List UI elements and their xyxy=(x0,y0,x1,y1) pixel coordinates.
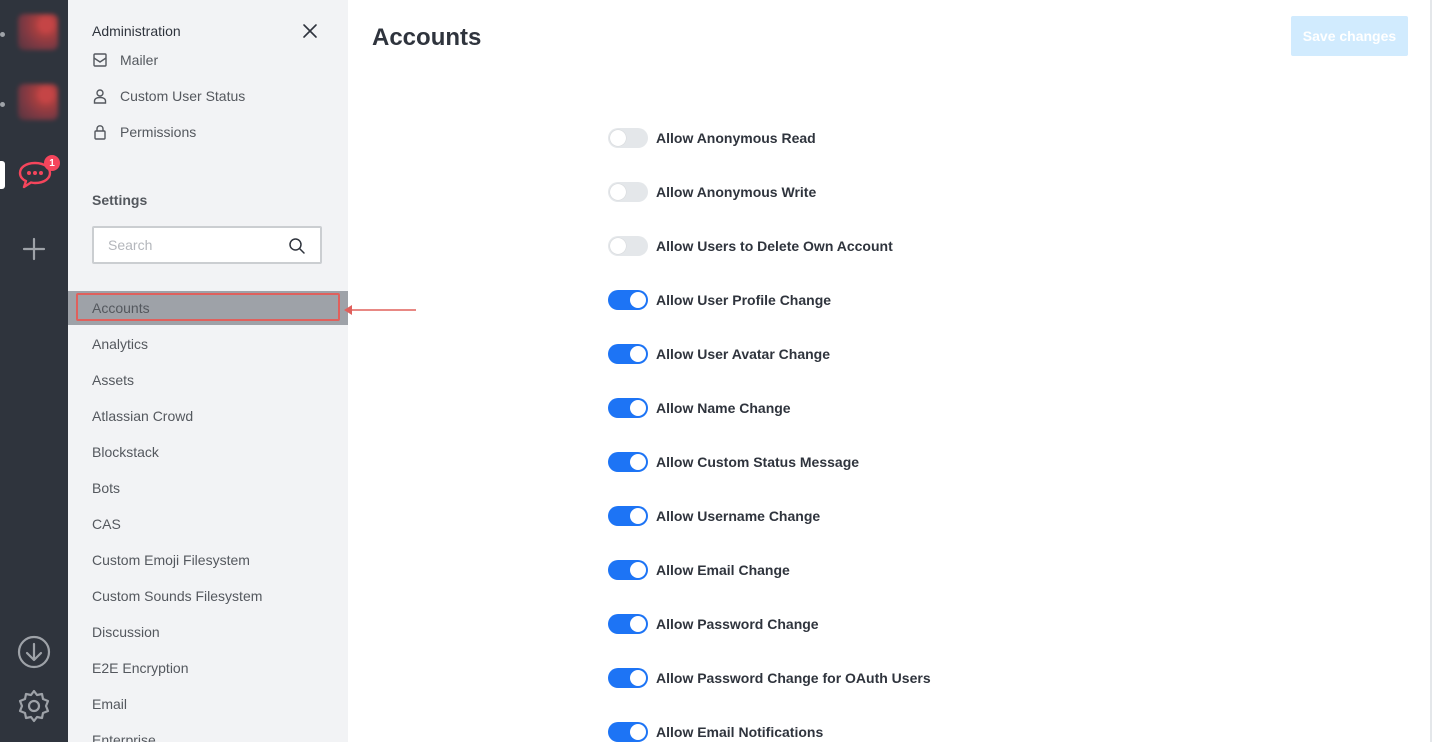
sidebar-item-mailer[interactable]: Mailer xyxy=(92,52,158,68)
setting-label: Allow Password Change xyxy=(656,616,819,632)
gear-icon[interactable] xyxy=(16,688,52,724)
server-2-avatar[interactable] xyxy=(18,84,58,120)
admin-sidebar: Administration Mailer Custom User Status… xyxy=(68,0,348,742)
toggle-switch[interactable] xyxy=(608,128,648,148)
unread-badge: 1 xyxy=(44,155,60,171)
annotation-arrow xyxy=(344,305,416,315)
toggle-knob xyxy=(610,238,626,254)
category-e2e-encryption[interactable]: E2E Encryption xyxy=(92,660,189,676)
setting-allow-user-profile-change: Allow User Profile Change xyxy=(608,290,831,310)
setting-allow-anonymous-write: Allow Anonymous Write xyxy=(608,182,816,202)
toggle-knob xyxy=(630,724,646,740)
toggle-knob xyxy=(630,454,646,470)
category-accounts[interactable]: Accounts xyxy=(92,300,150,316)
category-cas[interactable]: CAS xyxy=(92,516,121,532)
category-analytics[interactable]: Analytics xyxy=(92,336,148,352)
category-enterprise[interactable]: Enterprise xyxy=(92,732,156,742)
sidebar-item-custom-user-status[interactable]: Custom User Status xyxy=(92,88,245,104)
setting-label: Allow Username Change xyxy=(656,508,821,524)
search-input[interactable] xyxy=(94,228,288,262)
setting-allow-custom-status-message: Allow Custom Status Message xyxy=(608,452,859,472)
download-icon[interactable] xyxy=(16,634,52,670)
setting-label: Allow User Avatar Change xyxy=(656,346,831,362)
setting-label: Allow Name Change xyxy=(656,400,791,416)
user-icon xyxy=(93,89,107,104)
search-icon[interactable] xyxy=(288,237,306,255)
toggle-switch[interactable] xyxy=(608,722,648,742)
setting-allow-password-change-oauth: Allow Password Change for OAuth Users xyxy=(608,668,931,688)
setting-allow-username-change: Allow Username Change xyxy=(608,506,820,526)
setting-allow-password-change: Allow Password Change xyxy=(608,614,819,634)
category-blockstack[interactable]: Blockstack xyxy=(92,444,159,460)
setting-label: Allow Anonymous Write xyxy=(656,184,817,200)
settings-search xyxy=(92,226,322,264)
unread-dot xyxy=(0,32,5,37)
setting-allow-anonymous-read: Allow Anonymous Read xyxy=(608,128,816,148)
setting-allow-user-avatar-change: Allow User Avatar Change xyxy=(608,344,830,364)
category-atlassian-crowd[interactable]: Atlassian Crowd xyxy=(92,408,193,424)
toggle-switch[interactable] xyxy=(608,236,648,256)
setting-label: Allow Email Change xyxy=(656,562,790,578)
active-server-marker xyxy=(0,161,5,189)
category-bots[interactable]: Bots xyxy=(92,480,120,496)
category-custom-emoji-filesystem[interactable]: Custom Emoji Filesystem xyxy=(92,552,250,568)
toggle-knob xyxy=(630,616,646,632)
toggle-knob xyxy=(630,562,646,578)
sidebar-item-label: Custom User Status xyxy=(120,88,246,104)
setting-label: Allow Custom Status Message xyxy=(656,454,860,470)
toggle-knob xyxy=(630,508,646,524)
setting-label: Allow Anonymous Read xyxy=(656,130,816,146)
setting-label: Allow Password Change for OAuth Users xyxy=(656,670,931,686)
sidebar-item-label: Permissions xyxy=(120,124,197,140)
toggle-switch[interactable] xyxy=(608,506,648,526)
toggle-switch[interactable] xyxy=(608,560,648,580)
setting-label: Allow Users to Delete Own Account xyxy=(656,238,893,254)
unread-dot xyxy=(0,102,5,107)
save-changes-button[interactable]: Save changes xyxy=(1291,16,1408,56)
toggle-switch[interactable] xyxy=(608,668,648,688)
category-assets[interactable]: Assets xyxy=(92,372,134,388)
setting-allow-email-change: Allow Email Change xyxy=(608,560,790,580)
setting-label: Allow Email Notifications xyxy=(656,724,824,740)
lock-icon xyxy=(94,125,106,140)
toggle-switch[interactable] xyxy=(608,614,648,634)
sidebar-item-label: Mailer xyxy=(120,52,159,68)
setting-allow-name-change: Allow Name Change xyxy=(608,398,791,418)
server-1-avatar[interactable] xyxy=(18,14,58,50)
toggle-switch[interactable] xyxy=(608,398,648,418)
server-rail: 1 xyxy=(0,0,68,742)
toggle-knob xyxy=(610,184,626,200)
category-discussion[interactable]: Discussion xyxy=(92,624,160,640)
setting-label: Allow User Profile Change xyxy=(656,292,832,308)
toggle-switch[interactable] xyxy=(608,182,648,202)
toggle-switch[interactable] xyxy=(608,344,648,364)
toggle-switch[interactable] xyxy=(608,290,648,310)
toggle-knob xyxy=(630,670,646,686)
toggle-knob xyxy=(630,400,646,416)
toggle-knob xyxy=(630,292,646,308)
mail-icon xyxy=(93,53,107,67)
settings-heading: Settings xyxy=(92,192,148,208)
category-custom-sounds-filesystem[interactable]: Custom Sounds Filesystem xyxy=(92,588,262,604)
plus-icon[interactable] xyxy=(16,236,52,262)
setting-allow-email-notifications: Allow Email Notifications xyxy=(608,722,823,742)
sidebar-item-permissions[interactable]: Permissions xyxy=(92,124,196,140)
page-title: Accounts xyxy=(372,24,482,51)
category-email[interactable]: Email xyxy=(92,696,127,712)
toggle-knob xyxy=(630,346,646,362)
setting-allow-users-delete-account: Allow Users to Delete Own Account xyxy=(608,236,893,256)
sidebar-title: Administration xyxy=(92,23,181,39)
close-icon[interactable] xyxy=(300,21,320,41)
toggle-switch[interactable] xyxy=(608,452,648,472)
toggle-knob xyxy=(610,130,626,146)
